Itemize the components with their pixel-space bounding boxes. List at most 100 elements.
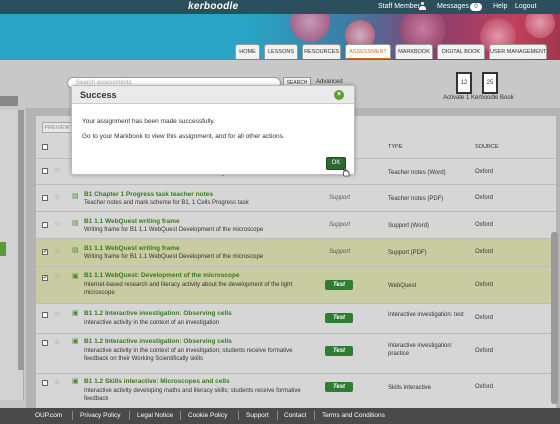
- row-description: Interactive activity in the context of a…: [84, 320, 220, 326]
- footer-divider: [129, 411, 130, 420]
- test-badge: Test: [325, 346, 353, 356]
- row-source: Oxford: [475, 195, 494, 201]
- row-type: WebQuest: [388, 283, 417, 289]
- row-checkbox[interactable]: [42, 380, 48, 386]
- table-row[interactable]: ☆ ▣ B1 1.2 Interactive investigation: Ob…: [36, 303, 556, 333]
- row-checkbox[interactable]: [42, 195, 48, 201]
- help-link[interactable]: Help: [493, 3, 507, 10]
- row-description: Teacher notes and mark scheme for B1, 1 …: [84, 200, 249, 206]
- tab-resources[interactable]: RESOURCES: [302, 44, 341, 59]
- row-source: Oxford: [475, 282, 494, 288]
- sidebar-tab[interactable]: [0, 96, 18, 106]
- interactive-icon: ▣: [72, 378, 79, 385]
- row-checkbox[interactable]: [42, 340, 48, 346]
- test-badge: Test: [325, 313, 353, 323]
- footer-divider: [180, 411, 181, 420]
- dialog-header: Success ×: [72, 86, 354, 104]
- footer-link-privacy[interactable]: Privacy Policy: [80, 412, 120, 419]
- table-row[interactable]: ☆ ▤ B1 1.1 WebQuest writing frame Writin…: [36, 211, 556, 238]
- star-icon[interactable]: ☆: [54, 273, 60, 281]
- row-title[interactable]: B1 Chapter 1 Progress task teacher notes: [84, 191, 213, 198]
- messages-count-badge[interactable]: 0: [470, 3, 482, 11]
- select-all-checkbox[interactable]: [42, 144, 48, 150]
- tab-digital-book[interactable]: DIGITAL BOOK: [437, 44, 485, 59]
- row-description: Interactive activity developing maths an…: [84, 388, 301, 402]
- support-badge: Support: [329, 249, 351, 255]
- table-scrollbar[interactable]: [551, 232, 558, 404]
- star-icon[interactable]: ☆: [54, 338, 60, 346]
- table-row[interactable]: ☆ ▤ B1 Chapter 1 Progress task teacher n…: [36, 184, 556, 211]
- row-type: Support (PDF): [388, 250, 427, 256]
- messages-link[interactable]: Messages: [437, 3, 469, 10]
- table-row[interactable]: ☆ ▣ B1 1.2 Interactive investigation: Ob…: [36, 333, 556, 373]
- row-source: Oxford: [475, 315, 494, 321]
- activate-book-link[interactable]: Activate 1 Kerboodle Book: [443, 95, 514, 101]
- table-row-selected[interactable]: ✔ ☆ ▣ B1 1.1 WebQuest: Development of th…: [36, 266, 556, 303]
- header-source[interactable]: SOURCE: [475, 144, 499, 150]
- row-title[interactable]: B1 1.1 WebQuest writing frame: [84, 245, 180, 252]
- row-description: Writing frame for B1 1.1 WebQuest Develo…: [84, 227, 264, 233]
- star-icon[interactable]: ☆: [54, 220, 60, 228]
- tab-home[interactable]: HOME: [235, 44, 260, 59]
- document-icon: ▤: [72, 247, 79, 254]
- hand-cursor-icon: [342, 167, 350, 177]
- document-icon: ▤: [72, 220, 79, 227]
- sidebar-marker: [0, 242, 6, 256]
- row-title[interactable]: B1 1.2 Interactive investigation: Observ…: [84, 310, 232, 317]
- row-type: Support (Word): [388, 223, 429, 229]
- row-title[interactable]: B1 1.2 Skills interactive: Microscopes a…: [84, 378, 230, 385]
- header-type[interactable]: TYPE: [388, 144, 402, 150]
- close-icon[interactable]: ×: [334, 90, 344, 100]
- row-checkbox-checked[interactable]: ✔: [42, 275, 48, 281]
- dialog-title: Success: [80, 90, 117, 100]
- footer-link-cookie[interactable]: Cookie Policy: [188, 412, 227, 419]
- footer-link-contact[interactable]: Contact: [284, 412, 306, 419]
- footer-link-terms[interactable]: Terms and Conditions: [322, 412, 385, 419]
- row-title[interactable]: B1 1.2 Interactive investigation: Observ…: [84, 338, 232, 345]
- dialog-message: Your assignment has been made successful…: [82, 118, 215, 125]
- row-checkbox-checked[interactable]: ✔: [42, 249, 48, 255]
- tab-lessons[interactable]: LESSONS: [264, 44, 298, 59]
- row-title[interactable]: B1 1.1 WebQuest writing frame: [84, 218, 180, 225]
- tab-user-management[interactable]: USER MANAGEMENT: [489, 44, 547, 59]
- star-icon[interactable]: ☆: [54, 310, 60, 318]
- row-title[interactable]: B1 1.1 WebQuest: Development of the micr…: [84, 272, 240, 279]
- user-menu[interactable]: Staff Member: [378, 3, 420, 10]
- interactive-icon: ▣: [72, 338, 79, 345]
- row-checkbox[interactable]: [42, 168, 48, 174]
- sidebar: [0, 96, 26, 408]
- logout-link[interactable]: Logout: [515, 3, 536, 10]
- star-icon[interactable]: ☆: [54, 166, 60, 174]
- table-row[interactable]: ☆ ▣ B1 1.2 Skills interactive: Microscop…: [36, 373, 556, 408]
- row-type: Skills interactive: [388, 385, 432, 391]
- star-icon[interactable]: ☆: [54, 193, 60, 201]
- support-badge: Support: [329, 195, 351, 201]
- interactive-icon: ▣: [72, 310, 79, 317]
- support-badge: Support: [329, 222, 351, 228]
- user-icon[interactable]: [419, 2, 426, 10]
- footer-link-support[interactable]: Support: [246, 412, 269, 419]
- book-counter-used: 12: [456, 72, 472, 94]
- star-icon[interactable]: ☆: [54, 247, 60, 255]
- preview-button[interactable]: PREVIEW: [42, 122, 72, 133]
- interactive-icon: ▣: [72, 273, 79, 280]
- footer-link-legal[interactable]: Legal Notice: [137, 412, 173, 419]
- kerboodle-logo[interactable]: kerboodle: [188, 1, 239, 12]
- table-row-selected[interactable]: ✔ ☆ ▤ B1 1.1 WebQuest writing frame Writ…: [36, 238, 556, 266]
- row-source: Oxford: [475, 384, 494, 390]
- row-checkbox[interactable]: [42, 222, 48, 228]
- row-source: Oxford: [475, 169, 494, 175]
- footer-divider: [72, 411, 73, 420]
- row-description: Writing frame for B1 1.1 WebQuest Develo…: [84, 254, 264, 260]
- footer-link-oup[interactable]: OUP.com: [35, 412, 62, 419]
- row-description: Internet-based research and literacy act…: [84, 282, 293, 296]
- row-type: Interactive investigation: practice: [388, 343, 453, 357]
- row-source: Oxford: [475, 348, 494, 354]
- tab-markbook[interactable]: MARKBOOK: [395, 44, 433, 59]
- row-checkbox[interactable]: [42, 312, 48, 318]
- tab-assessment[interactable]: ASSESSMENT: [345, 44, 391, 59]
- star-icon[interactable]: ☆: [54, 378, 60, 386]
- sidebar-scrollbar[interactable]: [18, 110, 24, 370]
- footer: OUP.com Privacy Policy Legal Notice Cook…: [0, 408, 560, 424]
- row-source: Oxford: [475, 249, 494, 255]
